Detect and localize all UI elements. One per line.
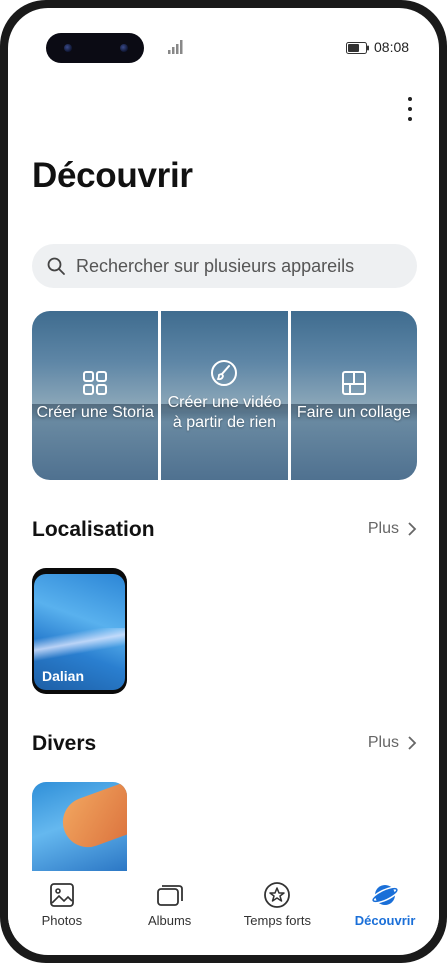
search-bar[interactable]: Rechercher sur plusieurs appareils [32,244,417,288]
thumbnail-label: Dalian [42,668,85,684]
section-title-location: Localisation [32,518,155,541]
misc-thumbnail[interactable] [32,782,127,872]
dot-icon [408,97,412,101]
search-icon [47,257,65,275]
status-time: 08:08 [374,39,410,55]
dot-icon [408,107,412,111]
phone-frame: 08:08 Découvrir Rechercher sur plusieurs… [0,0,447,963]
wave-decoration [34,628,125,668]
nav-discover[interactable]: Découvrir [331,871,439,941]
tile-create-video[interactable]: Créer une vidéo à partir de rien [161,311,288,480]
misc-more-button[interactable]: Plus [368,734,417,752]
thumbnail-image [55,782,127,855]
more-label: Plus [367,520,399,537]
page-title: Découvrir [32,156,193,195]
more-label: Plus [367,734,399,751]
camera-lens-icon [120,44,128,52]
star-icon [264,882,291,908]
tile-create-storia[interactable]: Créer une Storia [32,311,159,480]
collage-icon [341,370,366,395]
tile-make-collage[interactable]: Faire un collage [290,311,417,480]
tile-label: Créer une Storia [36,403,154,421]
nav-label: Découvrir [354,913,416,928]
signal-icon [168,40,183,54]
nav-label: Photos [41,913,83,928]
location-thumbnail[interactable]: Dalian [32,568,127,694]
photos-icon [49,883,74,907]
front-camera [46,33,144,63]
discover-planet-icon [371,885,400,905]
search-placeholder: Rechercher sur plusieurs appareils [76,255,355,276]
nav-label: Temps forts [243,913,311,928]
section-title-misc: Divers [32,732,97,755]
tile-label-line2: à partir de rien [172,413,277,431]
nav-albums[interactable]: Albums [116,871,224,941]
battery-icon [346,42,369,54]
grid-icon [83,370,108,395]
screen: 08:08 Découvrir Rechercher sur plusieurs… [8,8,439,955]
bottom-navigation: Photos Albums Temps forts Découvrir [8,871,439,941]
brush-icon [211,359,238,386]
nav-photos[interactable]: Photos [8,871,116,941]
nav-label: Albums [147,913,192,928]
tile-label: Créer une vidéo à partir de rien [168,393,282,433]
location-more-button[interactable]: Plus [368,520,417,538]
more-options-button[interactable] [398,94,422,124]
creation-tiles: Créer une Storia Créer une vidéo à parti… [32,311,417,480]
albums-icon [156,885,183,906]
tile-label: Faire un collage [296,403,411,421]
camera-lens-icon [64,44,72,52]
chevron-right-icon [408,736,417,750]
dot-icon [408,117,412,121]
chevron-right-icon [408,522,417,536]
tile-label-line1: Créer une vidéo [167,393,282,411]
nav-highlights[interactable]: Temps forts [224,871,332,941]
